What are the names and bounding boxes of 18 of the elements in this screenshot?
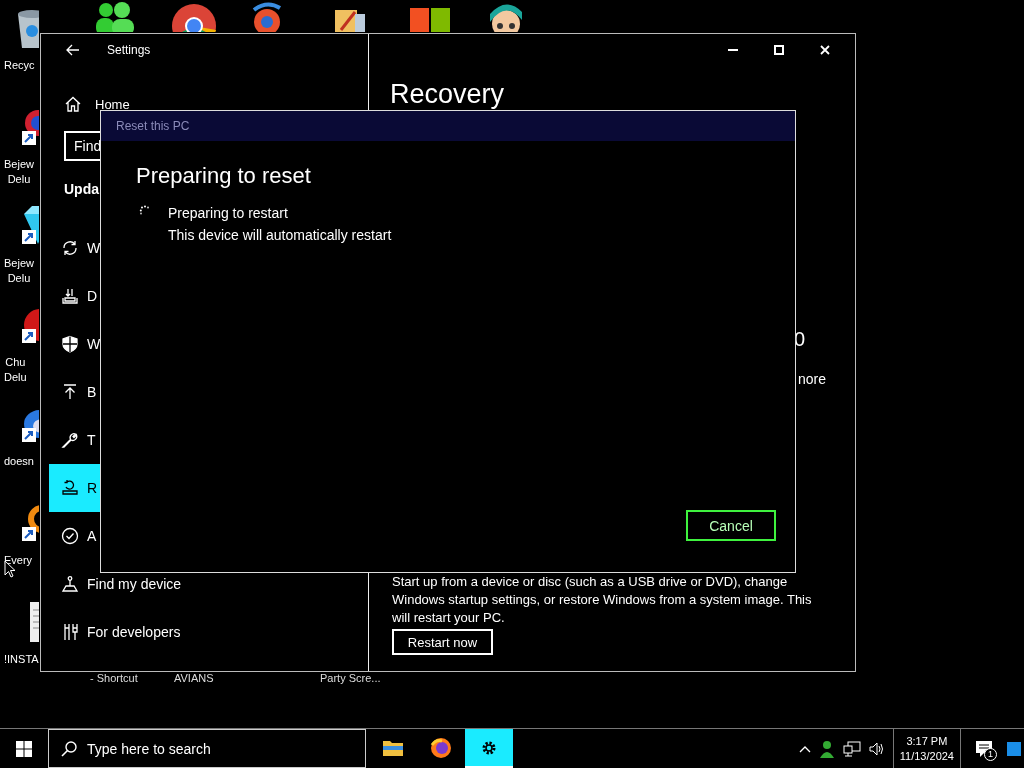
- desktop-icon-label: Chu Delu: [3, 355, 27, 385]
- status-detail-text: This device will automatically restart: [168, 227, 392, 243]
- desktop-icon-label: AVIANS: [174, 672, 214, 684]
- dialog-title-bar: Reset this PC: [101, 111, 795, 141]
- desktop-icon-label: !INSTA: [3, 652, 39, 667]
- status-text: Preparing to restart: [168, 205, 289, 221]
- page-title: Recovery: [390, 79, 506, 109]
- description-text: Start up from a device or disc (such as a USB drive or DVD), change Windows startup settings, or restore Windows from a system image. This will restart your PC.: [392, 573, 813, 627]
- partial-text: nore: [798, 371, 828, 387]
- desktop-icon-label: doesn: [3, 454, 34, 469]
- section-heading: Upda: [64, 181, 100, 197]
- dialog-heading: Preparing to reset: [136, 163, 312, 189]
- window-title: Settings: [107, 43, 151, 57]
- desktop-icon-label: Bejew Delu: [3, 157, 34, 187]
- desktop-icon-label: - Shortcut: [90, 672, 138, 684]
- desktop-icon-label: Party Scre...: [320, 672, 381, 684]
- desktop-icon-label: Bejew Delu: [3, 256, 34, 286]
- desktop-icon-label: Recyc: [3, 58, 35, 73]
